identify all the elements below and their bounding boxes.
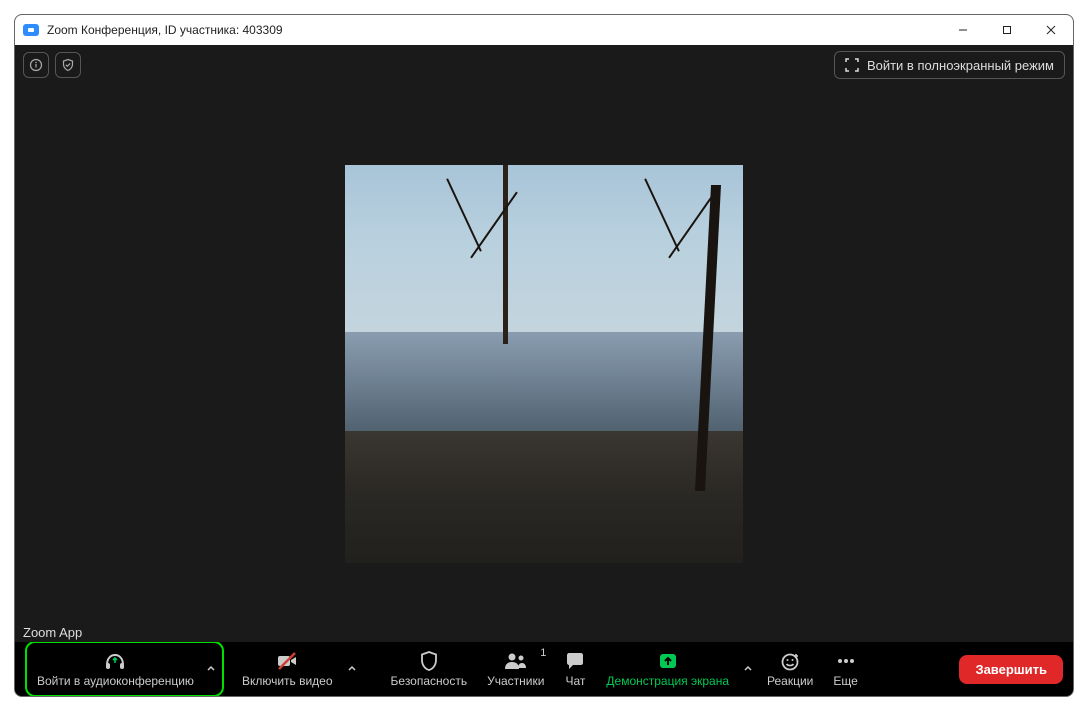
app-window: Zoom Конференция, ID участника: 403309 В… [14, 14, 1074, 697]
more-button[interactable]: Еще [823, 645, 867, 693]
more-icon [835, 650, 857, 672]
security-button[interactable]: Безопасность [381, 645, 478, 693]
security-label: Безопасность [391, 674, 468, 688]
fullscreen-button[interactable]: Войти в полноэкранный режим [834, 51, 1065, 79]
bottom-toolbar: Войти в аудиоконференцию Включить видео [15, 642, 1073, 696]
share-icon [657, 650, 679, 672]
zoom-icon [23, 24, 39, 36]
meeting-content: Zoom App [15, 85, 1073, 642]
join-audio-label: Войти в аудиоконференцию [37, 674, 194, 688]
top-overlay: Войти в полноэкранный режим [15, 45, 1073, 85]
more-label: Еще [833, 674, 857, 688]
end-button[interactable]: Завершить [959, 655, 1063, 684]
titlebar: Zoom Конференция, ID участника: 403309 [15, 15, 1073, 45]
fullscreen-label: Войти в полноэкранный режим [867, 58, 1054, 73]
share-options-caret[interactable] [739, 645, 757, 693]
shield-icon[interactable] [55, 52, 81, 78]
chat-icon [564, 650, 586, 672]
reactions-label: Реакции [767, 674, 813, 688]
start-video-button[interactable]: Включить видео [232, 645, 343, 693]
reactions-button[interactable]: Реакции [757, 645, 823, 693]
chat-button[interactable]: Чат [554, 645, 596, 693]
info-icon[interactable] [23, 52, 49, 78]
participants-button[interactable]: 1 Участники [477, 645, 554, 693]
start-video-label: Включить видео [242, 674, 333, 688]
reactions-icon [779, 650, 801, 672]
minimize-button[interactable] [941, 15, 985, 45]
window-title: Zoom Конференция, ID участника: 403309 [47, 23, 283, 37]
security-shield-icon [418, 650, 440, 672]
join-audio-button[interactable]: Войти в аудиоконференцию [29, 645, 202, 693]
video-tile[interactable] [345, 165, 743, 563]
video-icon [275, 650, 299, 672]
participants-label: Участники [487, 674, 544, 688]
close-button[interactable] [1029, 15, 1073, 45]
fullscreen-icon [845, 58, 859, 72]
share-screen-button[interactable]: Демонстрация экрана [596, 645, 739, 693]
video-options-caret[interactable] [343, 645, 361, 693]
participants-count: 1 [540, 647, 546, 659]
headphones-icon [103, 650, 127, 672]
share-label: Демонстрация экрана [606, 674, 729, 688]
audio-options-caret[interactable] [202, 645, 220, 693]
maximize-button[interactable] [985, 15, 1029, 45]
chat-label: Чат [565, 674, 585, 688]
join-audio-highlight: Войти в аудиоконференцию [25, 641, 224, 697]
participant-name-label: Zoom App [23, 625, 82, 640]
participants-icon [503, 650, 529, 672]
